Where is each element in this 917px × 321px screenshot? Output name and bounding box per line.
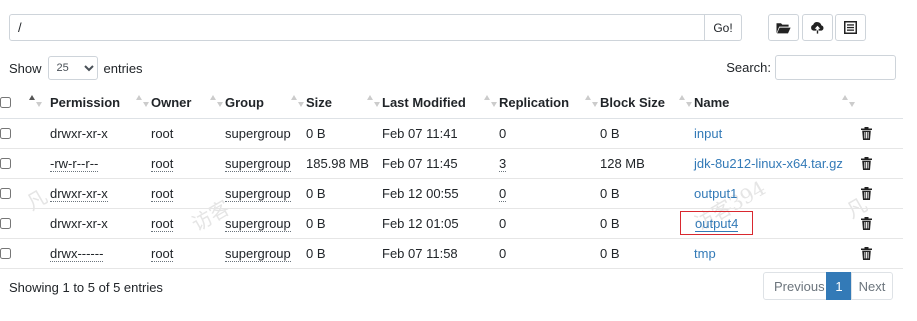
column-header-permission[interactable]: Permission xyxy=(50,88,151,119)
search-control: Search: xyxy=(726,55,896,80)
block-size-value: 0 B xyxy=(600,245,620,261)
group-value[interactable]: supergroup xyxy=(225,155,291,172)
entries-label: entries xyxy=(103,60,143,76)
column-header-last-modified[interactable]: Last Modified xyxy=(382,88,499,119)
owner-value[interactable]: root xyxy=(151,155,174,172)
pagination: Previous 1 Next xyxy=(763,272,893,300)
group-value[interactable]: supergroup xyxy=(225,215,291,232)
table-row: drwxr-xr-x root supergroup 0 B Feb 12 01… xyxy=(0,208,903,239)
table-row: -rw-r--r-- root supergroup 185.98 MB Feb… xyxy=(0,148,903,179)
file-name-link[interactable]: input xyxy=(694,126,722,141)
block-size-value: 0 B xyxy=(600,215,620,231)
sort-icon xyxy=(136,95,149,107)
row-checkbox[interactable] xyxy=(0,127,11,139)
replication-value: 0 xyxy=(499,245,507,261)
block-size-value: 0 B xyxy=(600,125,620,141)
replication-value: 0 xyxy=(499,215,507,231)
sort-icon xyxy=(679,95,692,107)
column-header-block-size[interactable]: Block Size xyxy=(600,88,694,119)
column-header-size[interactable]: Size xyxy=(306,88,382,119)
owner-value[interactable]: root xyxy=(151,185,174,202)
sort-icon xyxy=(484,95,497,107)
file-name-link[interactable]: jdk-8u212-linux-x64.tar.gz xyxy=(694,156,843,171)
row-checkbox[interactable] xyxy=(0,187,11,199)
block-size-value: 0 B xyxy=(600,185,620,201)
column-header-name[interactable]: Name xyxy=(694,88,857,119)
table-row: drwxr-xr-x root supergroup 0 B Feb 07 11… xyxy=(0,118,903,149)
sort-icon xyxy=(291,95,304,107)
cloud-upload-icon xyxy=(811,22,824,34)
list-icon xyxy=(844,21,857,34)
path-bar: Go! xyxy=(9,14,742,41)
sort-icon xyxy=(585,95,598,107)
size-value: 0 B xyxy=(306,125,326,141)
modified-value: Feb 07 11:58 xyxy=(382,245,458,261)
trash-icon[interactable] xyxy=(861,156,872,170)
modified-value: Feb 12 01:05 xyxy=(382,215,459,231)
go-button[interactable]: Go! xyxy=(705,14,742,41)
permission-value[interactable]: drwxr-xr-x xyxy=(50,126,108,141)
file-table: Permission Owner Group Size Last Modifie… xyxy=(0,88,903,269)
file-name-link[interactable]: tmp xyxy=(694,246,716,261)
row-checkbox[interactable] xyxy=(0,247,11,259)
sort-icon xyxy=(842,95,855,107)
block-size-value: 128 MB xyxy=(600,155,645,171)
permission-value[interactable]: drwxr-xr-x xyxy=(50,185,108,202)
permission-value[interactable]: -rw-r--r-- xyxy=(50,155,99,172)
previous-page-button[interactable]: Previous xyxy=(763,272,827,300)
permission-value[interactable]: drwxr-xr-x xyxy=(50,216,108,231)
replication-value[interactable]: 3 xyxy=(499,155,507,172)
size-value: 0 B xyxy=(306,245,326,261)
length-control: Show 25 entries xyxy=(9,56,143,80)
file-name-link[interactable]: output1 xyxy=(694,186,737,201)
column-header-group[interactable]: Group xyxy=(225,88,306,119)
next-page-button[interactable]: Next xyxy=(851,272,893,300)
page-1-button[interactable]: 1 xyxy=(826,272,852,300)
replication-value: 0 xyxy=(499,125,507,141)
group-value[interactable]: supergroup xyxy=(225,185,291,202)
highlight-box: output4 xyxy=(680,211,754,235)
column-header-actions xyxy=(857,88,903,119)
list-view-button[interactable] xyxy=(835,14,866,41)
group-value[interactable]: supergroup xyxy=(225,126,291,141)
search-input[interactable] xyxy=(775,55,896,80)
select-all-header xyxy=(0,88,50,119)
modified-value: Feb 07 11:45 xyxy=(382,155,458,171)
permission-value[interactable]: drwx------ xyxy=(50,245,104,262)
column-header-owner[interactable]: Owner xyxy=(151,88,225,119)
replication-value[interactable]: 0 xyxy=(499,185,507,202)
table-row: drwxr-xr-x root supergroup 0 B Feb 12 00… xyxy=(0,178,903,209)
size-value: 185.98 MB xyxy=(306,155,369,171)
path-input[interactable] xyxy=(9,14,705,41)
modified-value: Feb 12 00:55 xyxy=(382,185,459,201)
sort-icon xyxy=(210,95,223,107)
trash-icon[interactable] xyxy=(861,246,872,260)
group-value[interactable]: supergroup xyxy=(225,245,291,262)
select-all-checkbox[interactable] xyxy=(0,97,11,109)
owner-value[interactable]: root xyxy=(151,126,173,141)
table-row: drwx------ root supergroup 0 B Feb 07 11… xyxy=(0,238,903,269)
trash-icon[interactable] xyxy=(861,216,872,230)
trash-icon[interactable] xyxy=(861,186,872,200)
owner-value[interactable]: root xyxy=(151,245,174,262)
row-checkbox[interactable] xyxy=(0,217,11,229)
size-value: 0 B xyxy=(306,185,326,201)
show-label: Show xyxy=(9,60,42,76)
trash-icon[interactable] xyxy=(861,126,872,140)
upload-button[interactable] xyxy=(802,14,833,41)
modified-value: Feb 07 11:41 xyxy=(382,125,458,141)
table-header-row: Permission Owner Group Size Last Modifie… xyxy=(0,88,903,119)
folder-open-icon xyxy=(776,22,791,33)
sort-icon xyxy=(367,95,380,107)
row-checkbox[interactable] xyxy=(0,157,11,169)
create-directory-button[interactable] xyxy=(768,14,799,41)
size-value: 0 B xyxy=(306,215,326,231)
entries-select[interactable]: 25 xyxy=(47,56,98,80)
file-name-link[interactable]: output4 xyxy=(695,216,739,232)
column-header-replication[interactable]: Replication xyxy=(499,88,600,119)
owner-value[interactable]: root xyxy=(151,215,174,232)
table-info: Showing 1 to 5 of 5 entries xyxy=(9,280,163,295)
search-label: Search: xyxy=(726,60,771,75)
sort-icon[interactable] xyxy=(29,95,42,107)
